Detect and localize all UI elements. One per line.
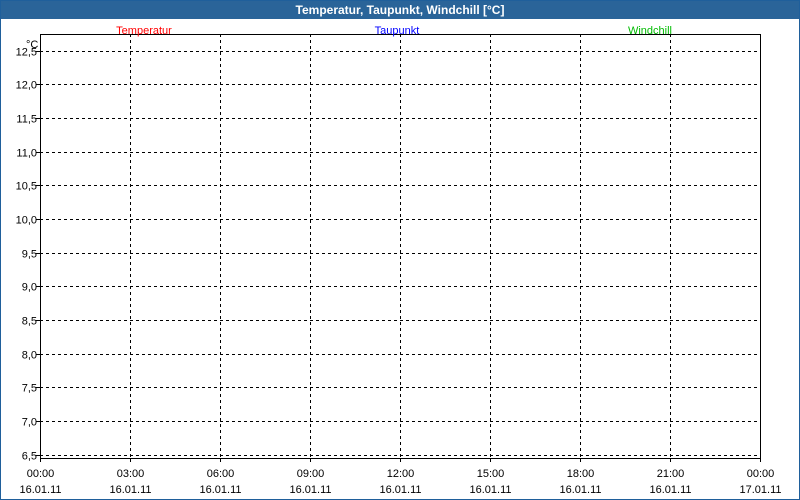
y-tick-label: 9,5 [22, 249, 37, 261]
legend-item-taupunkt: Taupunkt [375, 25, 420, 37]
x-tick-label-time: 18:00 [567, 468, 595, 480]
x-tick-label-time: 03:00 [117, 468, 145, 480]
x-tick-label-date: 16.01.11 [199, 484, 241, 496]
x-tick-label-date: 16.01.11 [649, 484, 691, 496]
y-tick-label: 11,5 [16, 114, 37, 126]
x-tick-label-time: 06:00 [207, 468, 235, 480]
chart-area: 12,512,011,511,010,510,09,59,08,58,07,57… [16, 25, 782, 496]
y-tick-label: 7,5 [22, 383, 37, 395]
x-tick-label-time: 09:00 [297, 468, 325, 480]
y-tick-label: 10,5 [16, 181, 37, 193]
y-axis-label: °C [26, 39, 38, 51]
y-tick-label: 8,5 [22, 316, 37, 328]
y-tick-label: 7,0 [22, 417, 37, 429]
y-tick-label: 10,0 [16, 215, 37, 227]
y-tick-label: 6,5 [22, 451, 37, 463]
x-tick-label-date: 16.01.11 [109, 484, 151, 496]
x-tick-label-date: 16.01.11 [559, 484, 601, 496]
x-tick-label-date: 16.01.11 [379, 484, 421, 496]
x-tick-label-time: 21:00 [657, 468, 685, 480]
x-tick-label-date: 16.01.11 [289, 484, 331, 496]
x-tick-label-time: 15:00 [477, 468, 505, 480]
x-tick-label-time: 00:00 [747, 468, 775, 480]
legend: Temperatur Taupunkt Windchill [116, 25, 672, 37]
y-tick-label: 11,0 [16, 148, 37, 160]
y-tick-label: 9,0 [22, 282, 37, 294]
x-tick-label-date: 16.01.11 [469, 484, 511, 496]
legend-item-windchill: Windchill [628, 25, 672, 37]
y-tick-label: 8,0 [22, 350, 37, 362]
y-tick-label: 12,0 [16, 80, 37, 92]
x-tick-label-date: 16.01.11 [19, 484, 61, 496]
x-tick-label-time: 12:00 [387, 468, 415, 480]
x-tick-label-date: 17.01.11 [739, 484, 781, 496]
x-tick-label-time: 00:00 [27, 468, 55, 480]
legend-item-temperatur: Temperatur [116, 25, 172, 37]
grid-layer [36, 34, 761, 462]
